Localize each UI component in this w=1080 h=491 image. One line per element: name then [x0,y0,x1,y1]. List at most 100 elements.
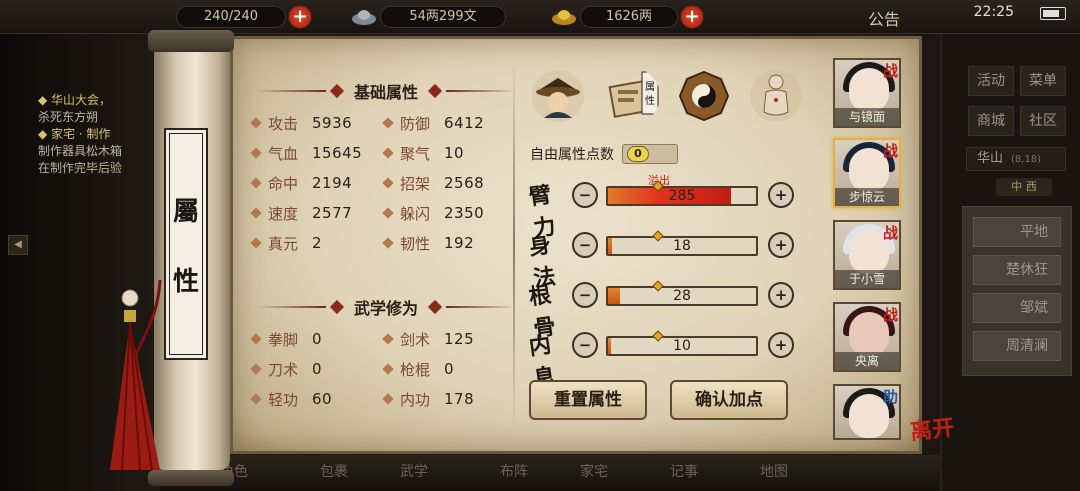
stat-toughness: 韧性 192 [382,232,474,254]
skill-sword: 剑术 125 [382,328,474,350]
gold-value: 1626两 [605,9,653,24]
bottom-menu-item[interactable]: 记事 [670,461,698,485]
agility-bar: 18 [606,230,758,256]
character-card[interactable]: 助 [833,384,901,440]
free-points-row: 自由属性点数 0 [530,144,678,164]
breath-bar: 10 [606,330,758,356]
strength-value: 285 [668,188,696,204]
constitution-bar: 28 [606,280,758,306]
stat-speed: 速度 2577 [250,202,352,224]
support-badge: 助 [882,388,898,406]
collapse-arrow-icon[interactable]: ◀ [8,235,28,255]
martial-heading: 武学修为 [256,296,517,318]
panel-title-plaque: 屬 性 [164,128,208,360]
gold-add-button[interactable]: + [680,5,704,29]
battle-badge: 战 [882,142,898,160]
npc-item[interactable]: 平地 [973,217,1061,247]
stat-attack: 攻击 5936 [250,112,352,134]
free-points-label: 自由属性点数 [530,147,614,163]
character-card[interactable]: 战 与镜面 [833,58,901,128]
bottom-menu-bar: 角色 包裹 武学 布阵 家宅 记事 地图 [160,455,940,491]
svg-text:性: 性 [645,94,655,107]
top-status-bar: 240/240 + 54两299文 1626两 + 公告 22:25 [0,0,1080,34]
bottom-menu-item[interactable]: 地图 [760,461,788,485]
direction-tab[interactable]: 中 西 [996,178,1052,196]
battle-badge: 战 [882,224,898,242]
silver-display: 54两299文 [380,6,506,28]
menu-button[interactable]: 菜单 [1020,66,1066,96]
skill-spear: 枪棍 0 [382,358,454,380]
agility-value: 18 [673,238,691,254]
npc-item[interactable]: 周清澜 [973,331,1061,361]
breath-value: 10 [673,338,691,354]
agility-plus-button[interactable]: + [768,232,794,258]
basic-attributes-title: 基础属性 [354,83,419,102]
battle-badge: 战 [882,306,898,324]
character-card-selected[interactable]: 战 步惊云 [833,138,901,208]
martial-title: 武学修为 [354,299,419,318]
battery-icon [1040,7,1066,20]
constitution-minus-button[interactable]: − [572,282,598,308]
column-divider [513,60,515,430]
character-name: 步惊云 [835,188,899,206]
gold-display: 1626两 [580,6,678,28]
location-name: 华山 [977,151,1004,166]
bottom-menu-item[interactable]: 家宅 [580,461,608,485]
community-button[interactable]: 社区 [1020,106,1066,136]
strength-bar: 285 [606,180,758,206]
shop-button[interactable]: 商城 [968,106,1014,136]
stat-defense: 防御 6412 [382,112,484,134]
constitution-plus-button[interactable]: + [768,282,794,308]
skill-inner: 内功 178 [382,388,474,410]
character-card[interactable]: 战 于小雪 [833,220,901,290]
bottom-menu-item[interactable]: 布阵 [500,461,528,485]
title-char: 性 [172,266,199,297]
character-tab-icon[interactable] [530,68,586,124]
leave-button[interactable]: 离开 [908,410,955,446]
stat-focus: 聚气 10 [382,142,464,164]
strength-plus-button[interactable]: + [768,182,794,208]
stat-parry: 招架 2568 [382,172,484,194]
stamina-value: 240/240 [203,9,258,24]
silver-ingot-icon [352,10,376,25]
npc-item[interactable]: 邹斌 [973,293,1061,323]
character-card[interactable]: 战 央离 [833,302,901,372]
breath-plus-button[interactable]: + [768,332,794,358]
meridian-tab-icon[interactable] [748,68,804,124]
npc-list: 平地 楚休狂 邹斌 周清澜 [962,206,1072,376]
confirm-points-button[interactable]: 确认加点 [670,380,788,420]
basic-attributes-heading: 基础属性 [256,80,517,102]
skill-blade: 刀术 0 [250,358,322,380]
reset-attributes-button[interactable]: 重置属性 [529,380,647,420]
stamina-add-button[interactable]: + [288,5,312,29]
clock: 22:25 [973,4,1014,20]
constitution-value: 28 [673,288,691,304]
character-name: 与镜面 [835,108,899,126]
announcement-button[interactable]: 公告 [868,6,900,30]
attributes-tab-icon[interactable]: 属 性 [604,68,660,124]
character-name: 央离 [835,352,899,370]
location-coords: (8,18) [1011,154,1042,165]
skill-fist: 拳脚 0 [250,328,322,350]
strength-minus-button[interactable]: − [572,182,598,208]
skill-lightness: 轻功 60 [250,388,332,410]
agility-minus-button[interactable]: − [572,232,598,258]
free-points-box: 0 [622,144,678,164]
stat-accuracy: 命中 2194 [250,172,352,194]
npc-item[interactable]: 楚休狂 [973,255,1061,285]
bottom-menu-item[interactable]: 武学 [400,461,428,485]
breath-minus-button[interactable]: − [572,332,598,358]
activity-button[interactable]: 活动 [968,66,1014,96]
stat-hp: 气血 15645 [250,142,362,164]
free-points-value: 0 [627,146,649,162]
bagua-tab-icon[interactable] [676,68,732,124]
stat-true-energy: 真元 2 [250,232,322,254]
title-char: 屬 [172,196,199,227]
gold-ingot-icon [552,10,576,25]
stat-dodge: 躲闪 2350 [382,202,484,224]
bottom-menu-item[interactable]: 包裹 [320,461,348,485]
location-label: 华山 (8,18) [966,147,1066,171]
stamina-display: 240/240 [176,6,286,28]
battle-badge: 战 [882,62,898,80]
svg-text:属: 属 [645,81,655,93]
